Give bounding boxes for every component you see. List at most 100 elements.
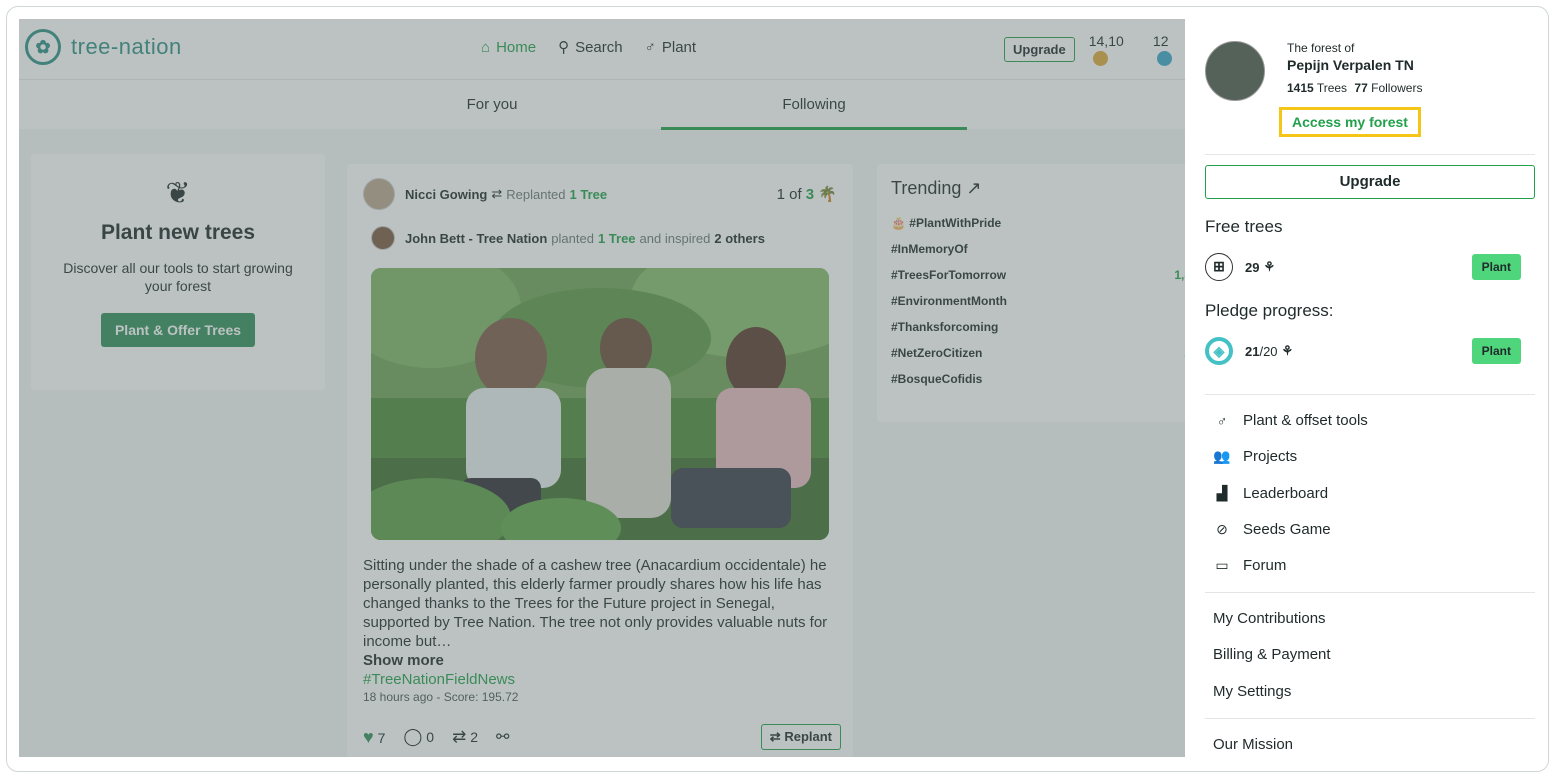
search-icon: ⚲ [558,39,570,56]
trend-item[interactable]: #EnvironmentMonth [891,294,1185,320]
trend-item[interactable]: #NetZeroCitizen 2 [891,346,1185,372]
sub-author[interactable]: John Bett - Tree Nation [405,231,547,246]
sub-count[interactable]: 1 Tree [598,231,636,246]
menu-plant-offset-tools[interactable]: ♂ Plant & offset tools [1213,412,1368,429]
trend-tag: #NetZeroCitizen [891,346,983,360]
menu-seeds-game[interactable]: ⊘ Seeds Game [1213,521,1330,538]
menu-leaderboard[interactable]: ▟ Leaderboard [1213,485,1328,502]
profile-stats: 1415 Trees 77 Followers [1287,81,1422,95]
nav-search[interactable]: ⚲ Search [558,38,623,57]
trees-count: 1415 [1287,81,1314,95]
menu-projects[interactable]: 👥 Projects [1213,448,1297,465]
post-action-count[interactable]: 1 Tree [570,187,608,202]
share-icon[interactable]: ⚯ [496,727,509,747]
feed-post: Nicci Gowing ⇄ Replanted 1 Tree 1 of 3 🌴… [347,164,853,757]
menu-my-contributions[interactable]: My Contributions [1213,610,1326,627]
post-counter-total: 3 [805,186,815,203]
trending-title-text: Trending [891,178,962,198]
sub-others[interactable]: 2 others [714,231,765,246]
pledge-progress-title: Pledge progress: [1205,301,1334,320]
logo-tree-icon: ✿ [25,29,61,65]
replant-button[interactable]: ⇄ Replant [760,724,841,750]
main-app: ✿ tree-nation ⌂ Home ⚲ Search ♂ Plant Up… [19,19,1185,757]
cake-icon: 🎂 [891,216,906,230]
logo[interactable]: ✿ tree-nation [25,29,182,65]
tab-following[interactable]: Following [661,96,967,113]
divider [1205,718,1535,719]
post-hashtag[interactable]: #TreeNationFieldNews [363,671,515,688]
header-upgrade-button[interactable]: Upgrade [1004,36,1075,62]
trend-item[interactable]: 🎂 #PlantWithPride [891,216,1185,242]
trend-item[interactable]: #BosqueCofidis [891,372,1185,398]
comment-icon: ◯ [403,727,423,746]
panel-upgrade-button[interactable]: Upgrade [1205,165,1535,199]
post-author[interactable]: Nicci Gowing [405,187,487,202]
nav-plant-label: Plant [661,38,697,56]
trend-tag-text: #PlantWithPride [909,216,1002,230]
nav-home[interactable]: ⌂ Home [481,38,536,56]
divider [1205,394,1535,395]
trending-up-icon: ↗ [966,178,982,198]
post-actions: ♥ 7 ◯ 0 ⇄ 2 ⚯ ⇄ Replant [363,724,841,750]
menu-label: Plant & offset tools [1243,412,1368,429]
post-photo[interactable] [371,268,829,540]
menu-our-mission[interactable]: Our Mission [1213,736,1293,753]
trees-label: Trees [1316,81,1348,95]
post-photo-illustration [371,268,829,540]
author-avatar[interactable] [363,178,395,210]
trend-item[interactable]: #Thanksforcoming [891,320,1185,346]
trending-list: 🎂 #PlantWithPride #InMemoryOf 1 #TreesFor… [891,216,1185,398]
pledge-done: 21 [1245,343,1260,359]
profile-avatar[interactable] [1205,41,1265,101]
account-panel: The forest of Pepijn Verpalen TN 1415 Tr… [1189,19,1548,771]
plant-card-description: Discover all our tools to start growing … [63,260,293,294]
plant-offer-trees-button[interactable]: Plant & Offer Trees [100,313,256,347]
trend-item[interactable]: #InMemoryOf 1 [891,242,1185,268]
comment-button[interactable]: ◯ 0 [403,727,434,747]
plant-new-trees-card: ❦ Plant new trees Discover all our tools… [31,154,325,390]
like-button[interactable]: ♥ 7 [363,727,385,748]
free-trees-plant-button[interactable]: Plant [1471,254,1521,280]
browser-frame: ✿ tree-nation ⌂ Home ⚲ Search ♂ Plant Up… [6,6,1549,772]
followers-count: 77 [1354,81,1368,95]
post-header: Nicci Gowing ⇄ Replanted 1 Tree 1 of 3 🌴 [363,178,837,210]
access-my-forest-link[interactable]: Access my forest [1279,107,1421,137]
trend-tag: #TreesForTomorrow [891,268,1007,282]
trend-tag: #BosqueCofidis [891,372,983,386]
seed-icon: ⊘ [1216,521,1228,537]
divider [1205,154,1535,155]
chat-icon: ▭ [1215,557,1229,573]
trend-count: 1,8 [1174,268,1185,282]
show-more-link[interactable]: Show more [363,652,444,669]
tab-for-you[interactable]: For you [339,96,645,113]
sub-author-avatar[interactable] [371,226,395,250]
trend-count: 1 [1184,242,1185,268]
leaderboard-icon: ▟ [1216,485,1228,501]
seeds-balance[interactable]: 12 [1153,33,1185,66]
replant-button-icon: ⇄ [769,729,781,744]
menu-billing-payment[interactable]: Billing & Payment [1213,646,1331,663]
leaves-icon: ❦ [165,177,191,210]
menu-label: Leaderboard [1243,485,1329,502]
like-count: 7 [377,729,386,746]
credits-value: 14,10 [1088,33,1124,49]
nav-search-label: Search [575,38,623,56]
trend-item[interactable]: #TreesForTomorrow 1,8 [891,268,1185,294]
menu-my-settings[interactable]: My Settings [1213,683,1291,700]
post-action: Replanted [506,186,566,202]
post-counter-prefix: 1 of [776,186,802,203]
replant-small-icon: ⇄ [491,186,503,201]
credits-balance[interactable]: 14,10 [1089,33,1139,66]
coin-icon [1092,50,1108,66]
post-meta: 18 hours ago - Score: 195.72 [363,690,519,704]
sub-rest: and inspired [639,230,711,246]
post-text: Sitting under the shade of a cashew tree… [363,557,828,650]
menu-forum[interactable]: ▭ Forum [1213,557,1286,574]
trend-tag: #InMemoryOf [891,242,968,256]
replant-count-button[interactable]: ⇄ 2 [452,727,478,747]
nav-plant[interactable]: ♂ Plant [645,38,696,56]
seed-drop-icon [1156,50,1172,66]
menu-label: Forum [1243,557,1287,574]
header-actions: Upgrade 14,10 12 [1004,33,1185,66]
pledge-plant-button[interactable]: Plant [1471,338,1521,364]
